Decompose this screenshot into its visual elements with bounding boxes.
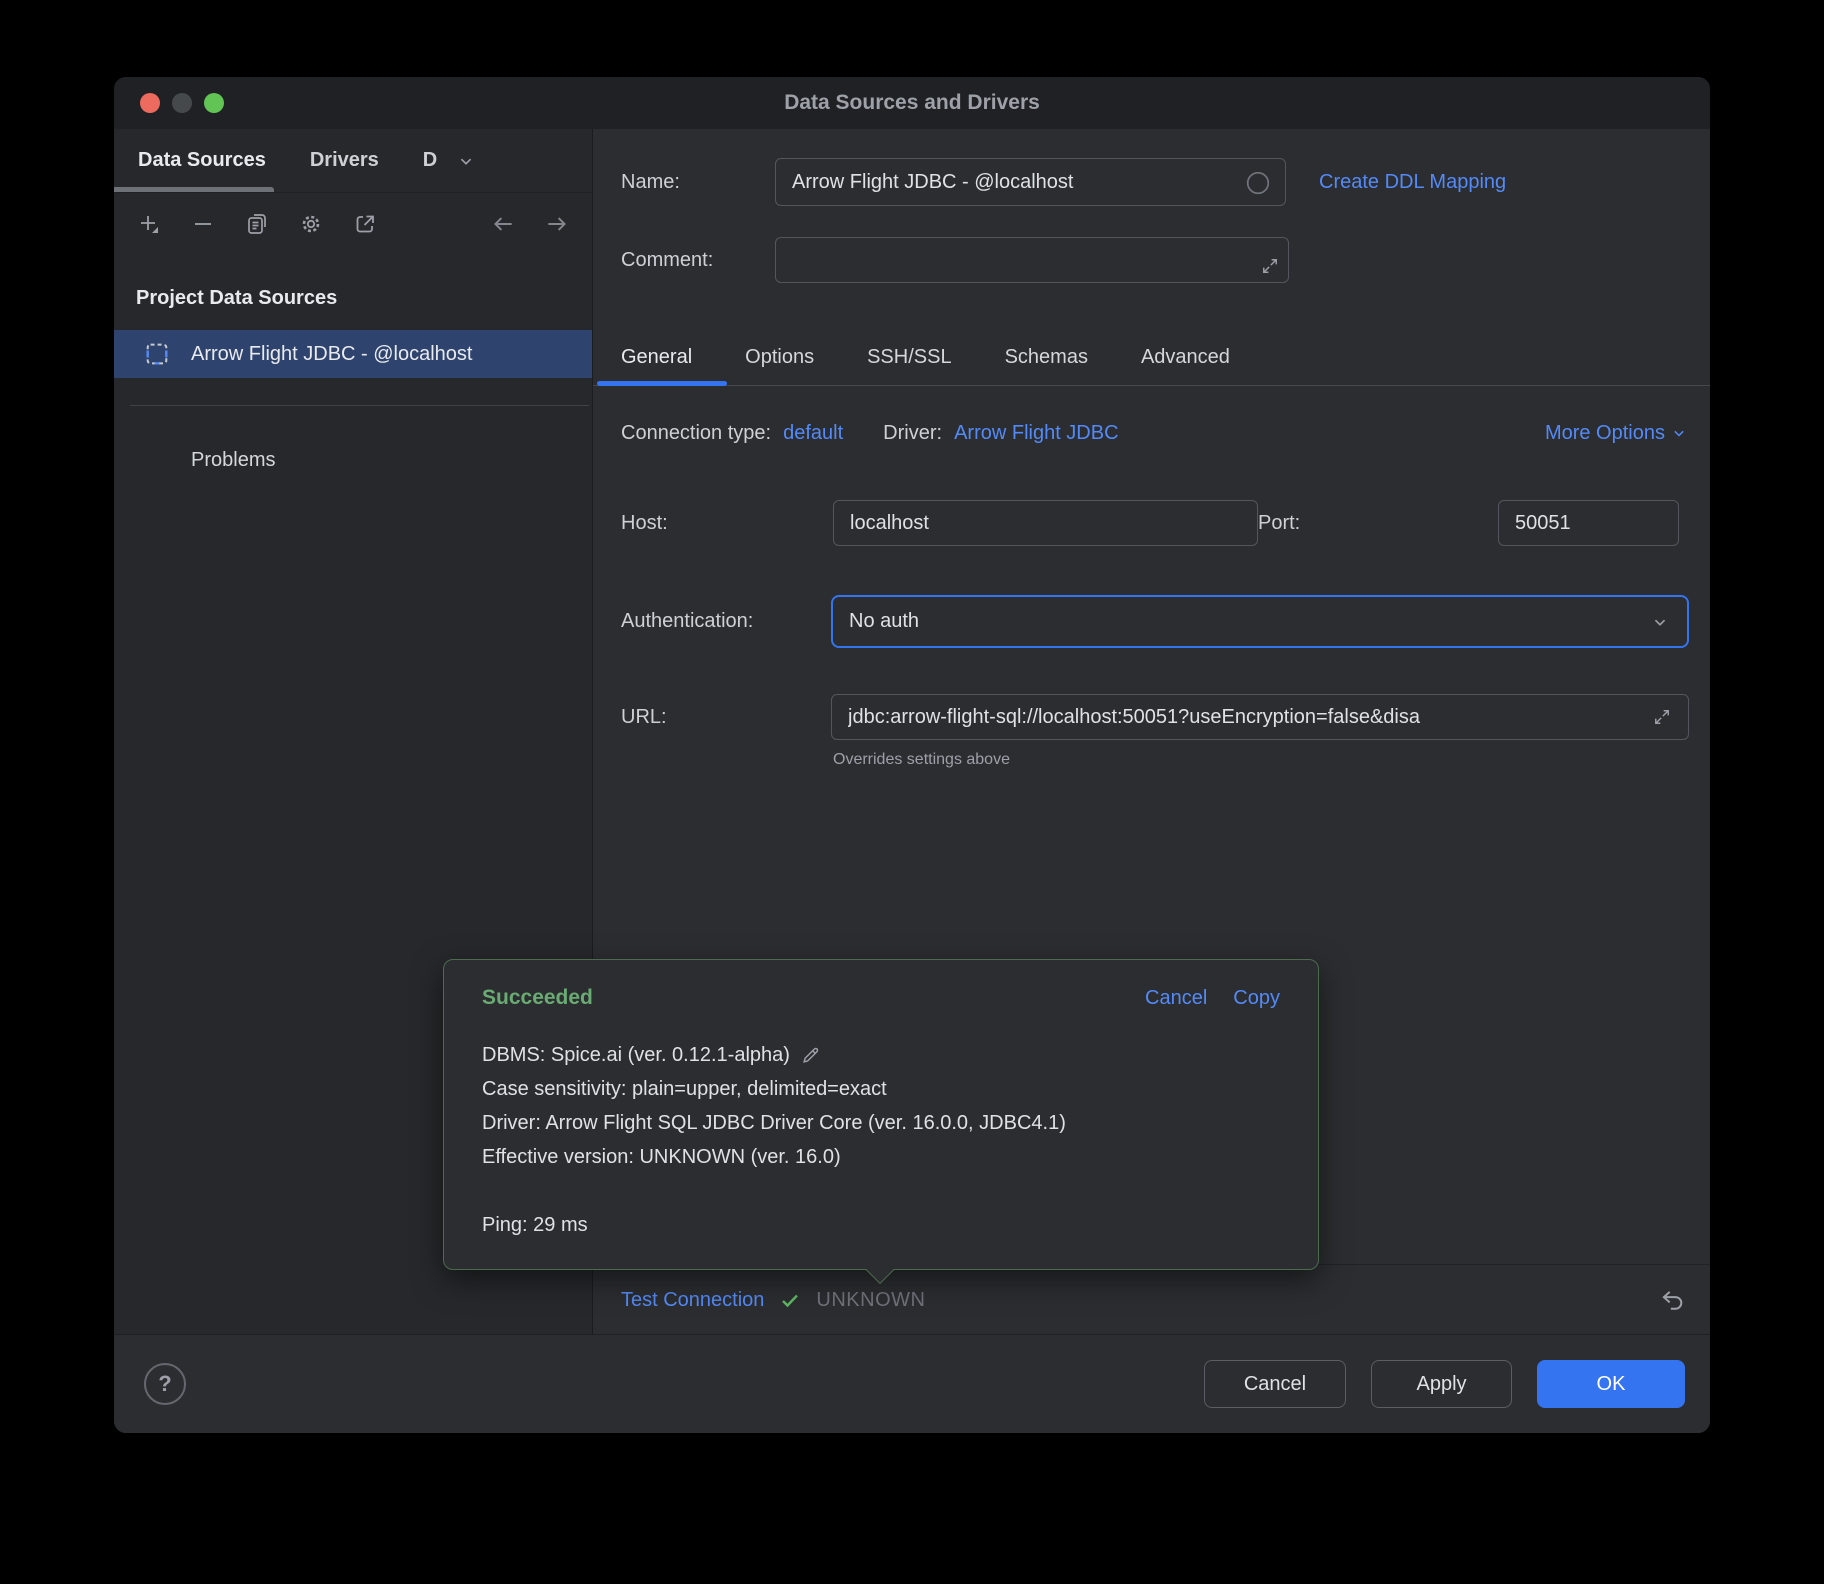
check-icon: [778, 1288, 802, 1312]
export-icon[interactable]: [352, 211, 378, 237]
remove-icon[interactable]: [190, 211, 216, 237]
name-input[interactable]: Arrow Flight JDBC - @localhost: [775, 158, 1286, 206]
minimize-window-button: [172, 93, 192, 113]
forward-arrow-icon[interactable]: [544, 211, 570, 237]
connection-type-label: Connection type:: [621, 422, 771, 445]
tab-general[interactable]: General: [621, 346, 692, 369]
back-arrow-icon[interactable]: [490, 211, 516, 237]
problems-label[interactable]: Problems: [191, 449, 275, 472]
add-icon[interactable]: [136, 211, 162, 237]
popup-status: Succeeded: [482, 986, 593, 1010]
tab-options[interactable]: Options: [745, 346, 814, 369]
name-value: Arrow Flight JDBC - @localhost: [792, 171, 1073, 194]
settings-tab-strip: General Options SSH/SSL Schemas Advanced: [621, 330, 1230, 385]
create-ddl-mapping-link[interactable]: Create DDL Mapping: [1319, 171, 1506, 194]
ok-button[interactable]: OK: [1537, 1360, 1685, 1408]
zoom-window-button[interactable]: [204, 93, 224, 113]
popup-ping-line: Ping: 29 ms: [482, 1208, 1288, 1242]
port-label: Port:: [1258, 512, 1470, 535]
tab-overflow-chevron-down-icon[interactable]: [455, 150, 477, 172]
host-value: localhost: [850, 512, 929, 535]
duplicate-icon[interactable]: [244, 211, 270, 237]
chevron-down-icon: [1669, 423, 1689, 443]
active-tab-accent: [597, 381, 727, 386]
popup-driver-line: Driver: Arrow Flight SQL JDBC Driver Cor…: [482, 1106, 1288, 1140]
url-label: URL:: [621, 706, 831, 729]
cancel-button[interactable]: Cancel: [1204, 1360, 1346, 1408]
apply-button[interactable]: Apply: [1371, 1360, 1512, 1408]
more-options-label: More Options: [1545, 422, 1665, 445]
titlebar: Data Sources and Drivers: [114, 77, 1710, 129]
sidebar-item-arrow-flight-jdbc[interactable]: Arrow Flight JDBC - @localhost: [114, 330, 592, 378]
popup-details: DBMS: Spice.ai (ver. 0.12.1-alpha) Case …: [482, 1038, 1288, 1242]
url-value: jdbc:arrow-flight-sql://localhost:50051?…: [848, 706, 1652, 729]
dialog-footer: ? Cancel Apply OK: [114, 1334, 1710, 1433]
test-connection-link[interactable]: Test Connection: [621, 1289, 764, 1312]
sidebar-tab-strip: Data Sources Drivers D: [114, 129, 592, 193]
tab-ddl-truncated[interactable]: D: [423, 149, 441, 172]
host-label: Host:: [621, 512, 833, 535]
tab-drivers[interactable]: Drivers: [310, 149, 379, 172]
popup-dbms-line: DBMS: Spice.ai (ver. 0.12.1-alpha): [482, 1038, 790, 1072]
popup-version-line: Effective version: UNKNOWN (ver. 16.0): [482, 1140, 1288, 1174]
sidebar-toolbar: [114, 193, 592, 255]
window-title: Data Sources and Drivers: [114, 77, 1710, 129]
authentication-value: No auth: [849, 610, 919, 633]
popup-copy-link[interactable]: Copy: [1233, 987, 1280, 1010]
datasource-icon: [143, 340, 171, 368]
test-result-text: UNKNOWN: [816, 1289, 925, 1312]
port-value: 50051: [1515, 512, 1571, 535]
connection-type-value[interactable]: default: [783, 422, 843, 445]
expand-icon[interactable]: [1260, 256, 1280, 276]
driver-label: Driver:: [883, 422, 942, 445]
port-input[interactable]: 50051: [1498, 500, 1679, 546]
test-connection-popup: Succeeded Cancel Copy DBMS: Spice.ai (ve…: [443, 959, 1319, 1270]
traffic-lights: [140, 93, 224, 113]
name-label: Name:: [621, 171, 775, 194]
comment-input[interactable]: [775, 237, 1289, 283]
expand-icon[interactable]: [1652, 707, 1672, 727]
url-input[interactable]: jdbc:arrow-flight-sql://localhost:50051?…: [831, 694, 1689, 740]
help-icon[interactable]: ?: [144, 1363, 186, 1405]
authentication-select[interactable]: No auth: [831, 595, 1689, 648]
popup-cancel-link[interactable]: Cancel: [1145, 987, 1207, 1010]
gear-icon[interactable]: [298, 211, 324, 237]
pencil-icon[interactable]: [800, 1044, 822, 1066]
tab-schemas[interactable]: Schemas: [1005, 346, 1088, 369]
close-window-button[interactable]: [140, 93, 160, 113]
undo-icon[interactable]: [1658, 1286, 1686, 1314]
tab-ssh-ssl[interactable]: SSH/SSL: [867, 346, 951, 369]
url-hint: Overrides settings above: [833, 751, 1010, 769]
popup-case-line: Case sensitivity: plain=upper, delimited…: [482, 1072, 1288, 1106]
tab-data-sources[interactable]: Data Sources: [138, 149, 266, 172]
driver-value-link[interactable]: Arrow Flight JDBC: [954, 422, 1118, 445]
tab-strip-border: [593, 385, 1710, 386]
circle-indicator-icon: [1245, 170, 1271, 196]
sidebar-item-label: Arrow Flight JDBC - @localhost: [191, 343, 472, 366]
active-tab-underline: [114, 187, 274, 192]
test-connection-strip: Test Connection UNKNOWN: [593, 1264, 1710, 1335]
authentication-label: Authentication:: [621, 610, 831, 633]
more-options-link[interactable]: More Options: [1545, 422, 1689, 445]
chevron-down-icon: [1649, 611, 1671, 633]
host-input[interactable]: localhost: [833, 500, 1258, 546]
project-data-sources-header: Project Data Sources: [136, 287, 337, 310]
sidebar-divider: [130, 405, 589, 406]
data-sources-dialog: Data Sources and Drivers Data Sources Dr…: [114, 77, 1710, 1433]
comment-label: Comment:: [621, 249, 775, 272]
tab-advanced[interactable]: Advanced: [1141, 346, 1230, 369]
